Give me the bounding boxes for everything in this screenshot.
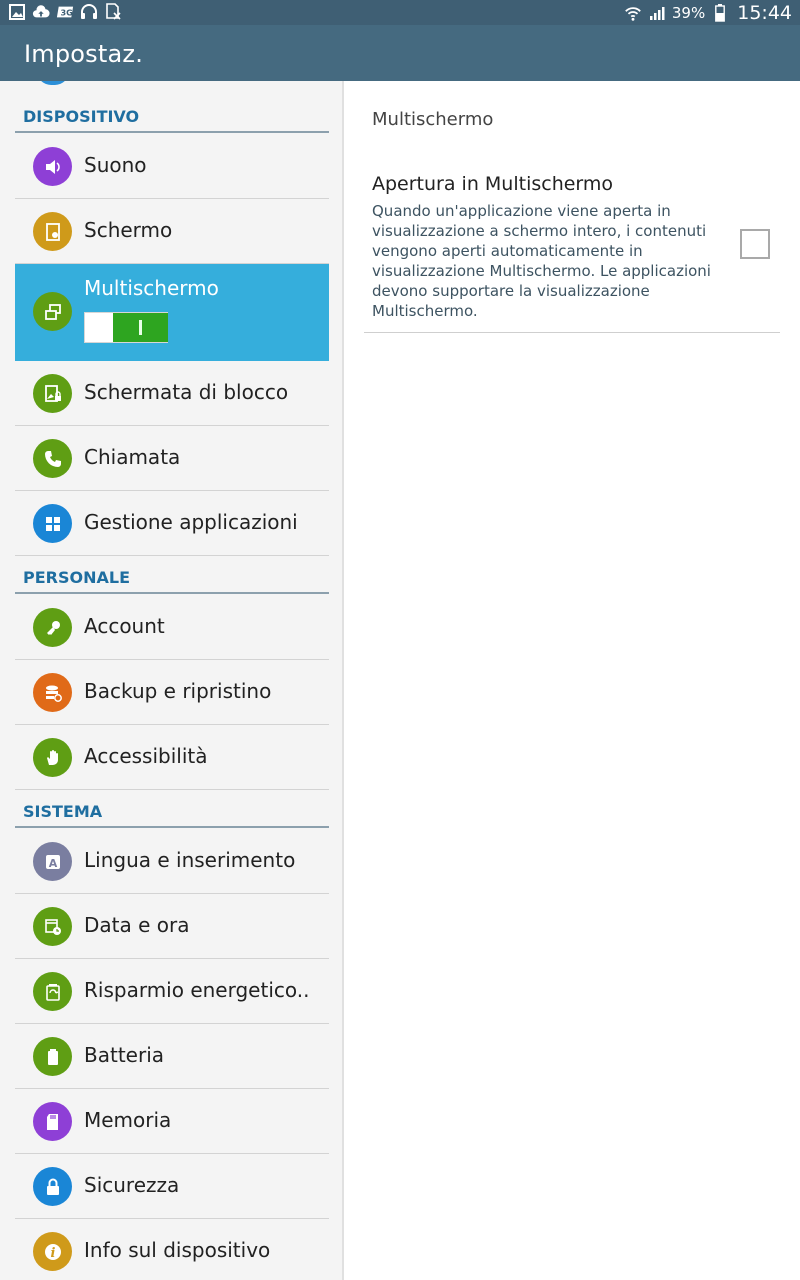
pref-title: Apertura in Multischermo: [372, 173, 614, 195]
toggle-on-track: [113, 313, 168, 342]
section-header-label: PERSONALE: [23, 568, 130, 587]
sidebar-item-suono[interactable]: Suono: [15, 134, 329, 199]
apps-grid-icon: [33, 504, 72, 543]
detail-title: Multischermo: [372, 109, 494, 130]
gallery-icon: [8, 3, 26, 21]
sidebar-item-label: Data e ora: [84, 913, 190, 937]
info-icon: i: [33, 1232, 72, 1271]
notification-icons: 3G: [8, 3, 122, 21]
sidebar-item-memoria[interactable]: Memoria: [15, 1089, 329, 1154]
sidebar-item-backup-e-ripristino[interactable]: Backup e ripristino: [15, 660, 329, 725]
headset-icon: [80, 3, 98, 21]
sidebar-item-label: Accessibilità: [84, 744, 208, 768]
sidebar-item-label: Schermata di blocco: [84, 380, 289, 404]
svg-text:3G: 3G: [61, 8, 74, 18]
sidebar-item-label: Schermo: [84, 218, 173, 242]
cloud-upload-icon: [32, 3, 50, 21]
sidebar-item-label: Risparmio energetico..: [84, 978, 310, 1002]
backup-icon: [33, 673, 72, 712]
sidebar-item-label: Sicurezza: [84, 1173, 180, 1197]
pref-open-in-multiwindow[interactable]: Apertura in Multischermo Quando un'appli…: [364, 171, 780, 333]
svg-text:A: A: [48, 857, 57, 870]
speaker-icon: [33, 147, 72, 186]
battery-icon: [33, 1037, 72, 1076]
multiwindow-toggle[interactable]: [84, 312, 168, 343]
battery-percent: 39%: [671, 3, 706, 22]
sidebar-item-account[interactable]: Account: [15, 595, 329, 660]
sidebar-item-gestione-applicazioni[interactable]: Gestione applicazioni: [15, 491, 329, 556]
multiwindow-icon: [33, 292, 72, 331]
scrolled-item-icon: [37, 81, 69, 85]
section-header-personale: PERSONALE: [15, 560, 329, 594]
status-bar: 3G 39% 15:44: [0, 0, 800, 25]
sidebar-item-label: Account: [84, 614, 165, 638]
toggle-on-indicator: [139, 320, 142, 335]
lockscreen-icon: [33, 374, 72, 413]
sidebar-item-label: Info sul dispositivo: [84, 1238, 271, 1262]
sidebar-item-label: Suono: [84, 153, 147, 177]
pref-checkbox[interactable]: [740, 229, 770, 259]
language-icon: A: [33, 842, 72, 881]
key-icon: [33, 608, 72, 647]
sidebar-item-info-sul-dispositivo[interactable]: i Info sul dispositivo: [15, 1219, 329, 1280]
cell-signal-icon: [648, 4, 666, 22]
sidebar-item-accessibilit[interactable]: Accessibilità: [15, 725, 329, 790]
phone-icon: [33, 439, 72, 478]
power-saving-icon: [33, 972, 72, 1011]
sidebar-item-label: Backup e ripristino: [84, 679, 272, 703]
sidebar-item-chiamata[interactable]: Chiamata: [15, 426, 329, 491]
sidebar-item-risparmio-energetico[interactable]: Risparmio energetico..: [15, 959, 329, 1024]
sidebar-item-label: Gestione applicazioni: [84, 510, 298, 534]
sidebar-item-label: Chiamata: [84, 445, 181, 469]
sidebar-item-label: Multischermo: [84, 276, 219, 300]
section-header-label: DISPOSITIVO: [23, 107, 140, 126]
signal-3g-icon: 3G: [56, 3, 74, 21]
lock-icon: [33, 1167, 72, 1206]
section-header-label: SISTEMA: [23, 802, 103, 821]
hand-icon: [33, 738, 72, 777]
sidebar-item-schermata-di-blocco[interactable]: Schermata di blocco: [15, 361, 329, 426]
sdcard-icon: [33, 1102, 72, 1141]
sidebar-item-schermo[interactable]: Schermo: [15, 199, 329, 264]
action-bar: Impostaz.: [0, 25, 800, 81]
no-sim-icon: [104, 3, 122, 21]
sidebar-item-label: Batteria: [84, 1043, 164, 1067]
settings-list[interactable]: DISPOSITIVO Suono Schermo Multischermo Scher…: [0, 81, 342, 1280]
section-header-sistema: SISTEMA: [15, 794, 329, 828]
sidebar-item-label: Memoria: [84, 1108, 172, 1132]
display-icon: [33, 212, 72, 251]
svg-text:i: i: [50, 1246, 55, 1261]
sidebar-item-label: Lingua e inserimento: [84, 848, 296, 872]
sidebar-item-multischermo[interactable]: Multischermo: [15, 264, 329, 361]
page-title[interactable]: Impostaz.: [24, 40, 143, 68]
pref-summary: Quando un'applicazione viene aperta in v…: [372, 202, 711, 320]
sidebar-item-lingua-e-inserimento[interactable]: A Lingua e inserimento: [15, 829, 329, 894]
section-header-dispositivo: DISPOSITIVO: [15, 99, 329, 133]
clock: 15:44: [737, 1, 792, 24]
detail-pane: Multischermo Apertura in Multischermo Qu…: [344, 81, 800, 1280]
sidebar-item-sicurezza[interactable]: Sicurezza: [15, 1154, 329, 1219]
sidebar-item-batteria[interactable]: Batteria: [15, 1024, 329, 1089]
calendar-clock-icon: [33, 907, 72, 946]
wifi-icon: [624, 4, 642, 22]
battery-status-icon: [711, 3, 729, 22]
sidebar-item-data-e-ora[interactable]: Data e ora: [15, 894, 329, 959]
